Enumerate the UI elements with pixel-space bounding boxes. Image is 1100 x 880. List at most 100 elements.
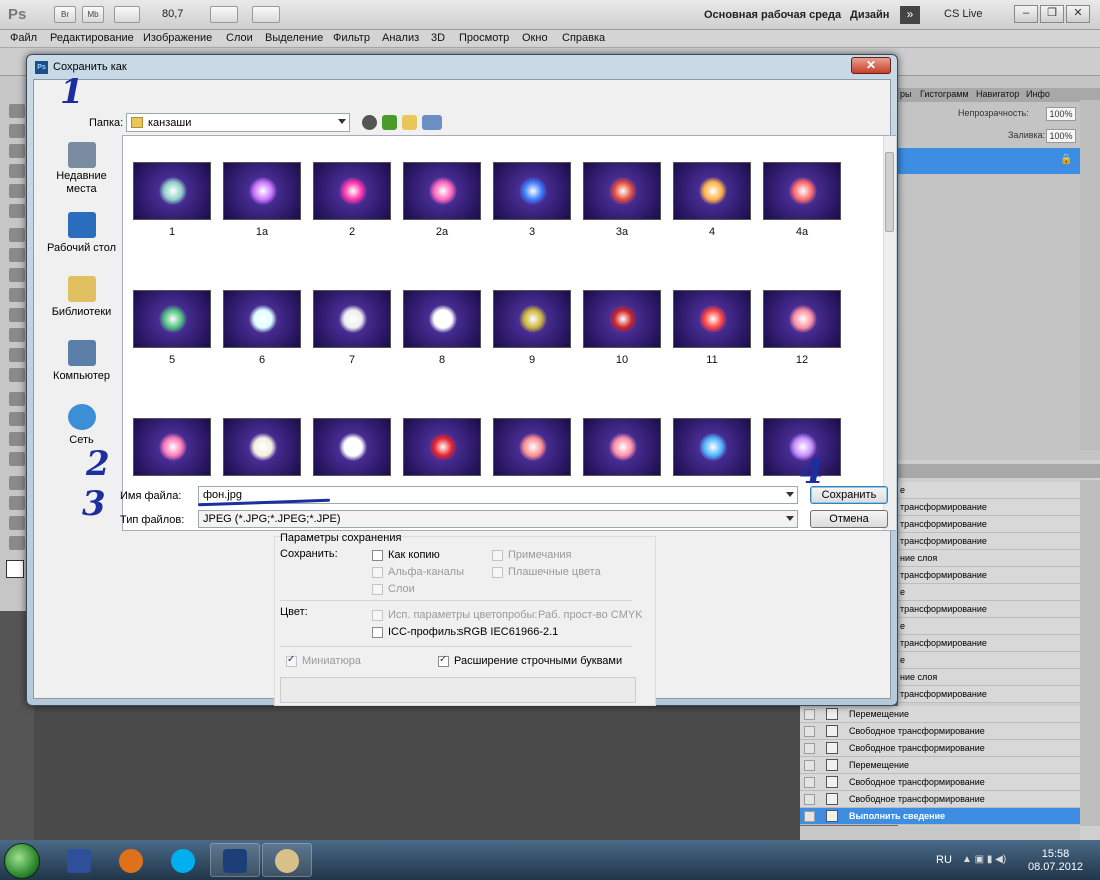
proof-setup-checkbox[interactable] <box>372 610 383 621</box>
file-thumbnail[interactable] <box>133 418 211 476</box>
menu-window[interactable]: Окно <box>522 32 548 44</box>
mini-bridge-button[interactable]: Mb <box>82 6 104 23</box>
notes-checkbox[interactable] <box>492 550 503 561</box>
history-row[interactable]: е <box>898 652 1080 669</box>
file-thumbnail[interactable] <box>403 162 481 220</box>
marquee-tool-icon[interactable] <box>9 124 25 138</box>
zoom-tool-icon[interactable] <box>9 536 25 550</box>
file-thumbnail[interactable] <box>223 290 301 348</box>
file-thumbnail[interactable] <box>403 418 481 476</box>
healing-brush-tool-icon[interactable] <box>9 228 25 242</box>
up-folder-icon[interactable] <box>382 115 397 130</box>
filetype-select[interactable]: JPEG (*.JPG;*.JPEG;*.JPE) <box>198 510 798 528</box>
folder-select[interactable]: канзаши <box>126 113 350 132</box>
gradient-tool-icon[interactable] <box>9 328 25 342</box>
file-thumbnail[interactable] <box>763 162 841 220</box>
place-recent[interactable]: Недавние места <box>42 142 121 202</box>
language-indicator[interactable]: RU <box>936 854 952 866</box>
place-desktop[interactable]: Рабочий стол <box>42 212 121 258</box>
thumbnail-checkbox[interactable] <box>286 654 297 667</box>
history-snapshot-checkbox[interactable] <box>804 709 815 720</box>
history-row[interactable]: трансформирование <box>898 635 1080 652</box>
menu-edit[interactable]: Редактирование <box>50 32 134 44</box>
menu-file[interactable]: Файл <box>10 32 37 44</box>
taskbar-paint[interactable] <box>262 843 312 877</box>
history-row-active[interactable]: Выполнить сведение <box>800 808 1080 825</box>
history-row[interactable]: трансформирование <box>898 601 1080 618</box>
file-thumbnail[interactable] <box>313 418 391 476</box>
3d-rotate-tool-icon[interactable] <box>9 476 25 490</box>
menu-help[interactable]: Справка <box>562 32 605 44</box>
history-snapshot-checkbox[interactable] <box>804 777 815 788</box>
menu-view[interactable]: Просмотр <box>459 32 509 44</box>
brush-tool-icon[interactable] <box>9 248 25 262</box>
move-tool-icon[interactable] <box>9 104 25 118</box>
history-snapshot-checkbox[interactable] <box>804 794 815 805</box>
cs-live-menu[interactable]: CS Live <box>944 8 983 20</box>
file-thumbnail[interactable] <box>403 290 481 348</box>
file-thumbnail[interactable] <box>763 290 841 348</box>
file-thumbnail[interactable] <box>583 162 661 220</box>
lowercase-ext-checkbox[interactable] <box>438 654 449 667</box>
foreground-color-swatch[interactable] <box>6 560 24 578</box>
eyedropper-tool-icon[interactable] <box>9 204 25 218</box>
file-thumbnail[interactable] <box>583 418 661 476</box>
layers-checkbox[interactable] <box>372 584 383 595</box>
history-row[interactable]: трансформирование <box>898 516 1080 533</box>
quick-select-tool-icon[interactable] <box>9 164 25 178</box>
clone-stamp-tool-icon[interactable] <box>9 268 25 282</box>
file-thumbnail[interactable] <box>133 290 211 348</box>
new-folder-icon[interactable] <box>402 115 417 130</box>
spot-colors-checkbox[interactable] <box>492 567 503 578</box>
restore-button[interactable]: ❐ <box>1040 5 1064 23</box>
type-tool-icon[interactable] <box>9 412 25 426</box>
menu-select[interactable]: Выделение <box>265 32 323 44</box>
menu-filter[interactable]: Фильтр <box>333 32 370 44</box>
file-thumbnail[interactable] <box>493 290 571 348</box>
file-thumbnail[interactable] <box>493 418 571 476</box>
pen-tool-icon[interactable] <box>9 392 25 406</box>
tab-layers[interactable]: ры <box>900 89 911 99</box>
taskbar-firefox[interactable] <box>106 843 156 877</box>
history-row[interactable]: Перемещение <box>800 757 1080 774</box>
history-row[interactable]: Свободное трансформирование <box>800 791 1080 808</box>
file-thumbnail[interactable] <box>493 162 571 220</box>
scrollbar-thumb[interactable] <box>885 152 894 232</box>
taskbar-photoshop[interactable] <box>210 843 260 877</box>
menu-3d[interactable]: 3D <box>431 32 445 44</box>
menu-analysis[interactable]: Анализ <box>382 32 419 44</box>
arrange-documents-icon[interactable] <box>210 6 238 23</box>
tab-histogram[interactable]: Гистограмм <box>920 89 969 99</box>
history-row[interactable]: Перемещение <box>800 706 1080 723</box>
dialog-close-button[interactable]: ✕ <box>851 57 891 74</box>
file-thumbnail[interactable] <box>673 162 751 220</box>
history-brush-tool-icon[interactable] <box>9 288 25 302</box>
place-libraries[interactable]: Библиотеки <box>42 276 121 322</box>
history-row[interactable]: ние слоя <box>898 669 1080 686</box>
eraser-tool-icon[interactable] <box>9 308 25 322</box>
history-row[interactable]: е <box>898 584 1080 601</box>
history-row[interactable]: ние слоя <box>898 550 1080 567</box>
file-thumbnail[interactable] <box>133 162 211 220</box>
file-thumbnail[interactable] <box>223 418 301 476</box>
opacity-field[interactable]: 100% <box>1046 107 1076 121</box>
zoom-level[interactable]: 80,7 <box>162 8 183 20</box>
workspace-essentials[interactable]: Основная рабочая среда <box>704 9 841 21</box>
icc-profile-checkbox[interactable] <box>372 627 383 638</box>
place-computer[interactable]: Компьютер <box>42 340 121 386</box>
tab-info[interactable]: Инфо <box>1026 89 1050 99</box>
alpha-checkbox[interactable] <box>372 567 383 578</box>
file-thumbnail[interactable] <box>583 290 661 348</box>
history-row[interactable]: трансформирование <box>898 499 1080 516</box>
layers-scrollbar[interactable] <box>1080 100 1100 450</box>
history-row[interactable]: Свободное трансформирование <box>800 774 1080 791</box>
file-thumbnail[interactable] <box>673 418 751 476</box>
history-row[interactable]: е <box>898 618 1080 635</box>
as-copy-checkbox[interactable] <box>372 550 383 561</box>
view-extras-icon[interactable] <box>114 6 140 23</box>
blur-tool-icon[interactable] <box>9 348 25 362</box>
history-row[interactable]: трансформирование <box>898 533 1080 550</box>
screen-mode-icon[interactable] <box>252 6 280 23</box>
lasso-tool-icon[interactable] <box>9 144 25 158</box>
history-snapshot-checkbox[interactable] <box>804 743 815 754</box>
